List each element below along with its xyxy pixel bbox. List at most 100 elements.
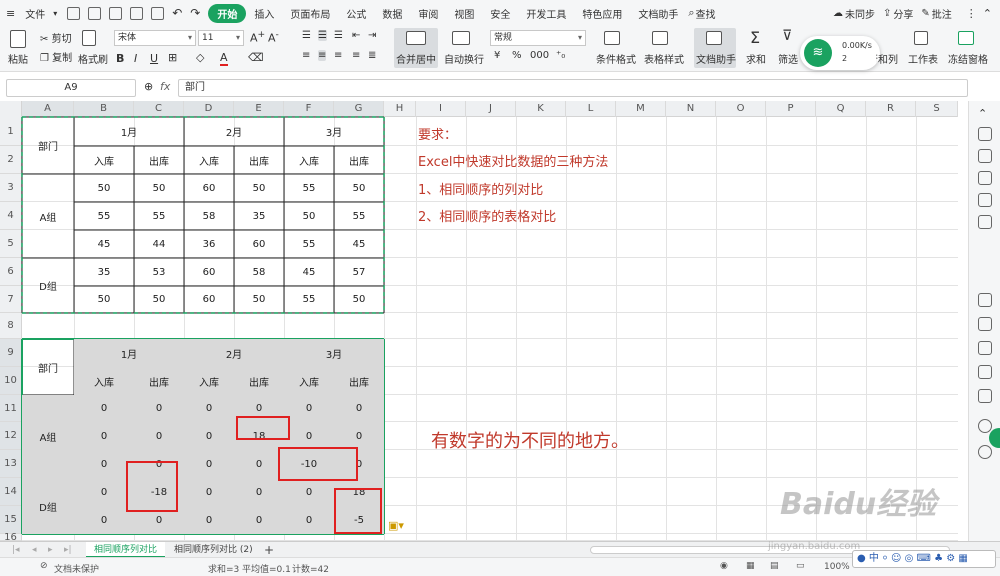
data-cell[interactable]: 0: [184, 506, 234, 534]
group-label[interactable]: D组: [22, 258, 74, 313]
sidebar-box-icon[interactable]: [978, 341, 992, 355]
data-cell[interactable]: 0: [134, 395, 184, 422]
font-size-select[interactable]: 11: [198, 30, 244, 46]
filter-button[interactable]: 筛选: [778, 51, 798, 66]
sub-header[interactable]: 出库: [234, 146, 284, 174]
tab-page-layout[interactable]: 页面布局: [282, 6, 338, 21]
undo-icon[interactable]: ↶: [172, 6, 182, 20]
view-page-icon[interactable]: ▤: [770, 561, 779, 571]
group-label[interactable]: A组: [22, 174, 74, 258]
justify-button[interactable]: ≡: [352, 50, 360, 61]
data-cell[interactable]: 45: [334, 230, 384, 258]
zoom-formula-icon[interactable]: ⊕: [144, 80, 153, 93]
distribute-button[interactable]: ≣: [368, 50, 376, 61]
redo-icon[interactable]: ↷: [190, 6, 200, 20]
sum-button[interactable]: 求和: [746, 51, 766, 66]
dept-header[interactable]: 部门: [22, 117, 74, 174]
month-header[interactable]: 2月: [184, 339, 284, 367]
tab-insert[interactable]: 插入: [246, 6, 282, 21]
data-cell[interactable]: 0: [184, 422, 234, 450]
sub-header[interactable]: 出库: [234, 367, 284, 395]
sidebar-style-icon[interactable]: [978, 171, 992, 185]
menu-file[interactable]: 文件: [17, 6, 53, 21]
sidebar-shape-icon[interactable]: [978, 193, 992, 207]
data-cell[interactable]: 0: [184, 478, 234, 506]
merge-center-button[interactable]: 合并居中: [396, 51, 436, 66]
align-top-button[interactable]: ☰: [302, 30, 311, 41]
sub-header[interactable]: 入库: [184, 146, 234, 174]
data-cell[interactable]: 60: [234, 230, 284, 258]
bold-button[interactable]: B: [116, 52, 124, 65]
sidebar-settings-icon[interactable]: [978, 215, 992, 229]
ime-toolbar[interactable]: ● 中 ⸰ ☺ ◎ ⌨ ♣ ⚙ ▦: [852, 550, 996, 568]
file-dropdown-icon[interactable]: ▾: [53, 9, 57, 18]
cut-button[interactable]: ✂ 剪切: [40, 30, 72, 45]
row-col-button[interactable]: 行和列: [876, 51, 898, 66]
format-painter-button[interactable]: 格式刷: [78, 51, 108, 66]
data-cell[interactable]: 50: [134, 174, 184, 202]
italic-button[interactable]: I: [134, 52, 137, 65]
group-label[interactable]: A组: [22, 395, 74, 478]
align-right-button[interactable]: ≡: [334, 50, 342, 61]
sub-header[interactable]: 入库: [184, 367, 234, 395]
month-header[interactable]: 1月: [74, 117, 184, 146]
tab-view[interactable]: 视图: [446, 6, 482, 21]
view-normal-icon[interactable]: ◉: [720, 561, 728, 571]
border-button[interactable]: ⊞: [168, 51, 177, 64]
data-cell[interactable]: 0: [234, 478, 284, 506]
sub-header[interactable]: 入库: [74, 367, 134, 395]
month-header[interactable]: 2月: [184, 117, 284, 146]
copy-icon[interactable]: [151, 6, 165, 20]
data-cell[interactable]: 0: [284, 395, 334, 422]
data-cell[interactable]: 55: [334, 202, 384, 230]
protect-status[interactable]: 文档未保护: [54, 562, 99, 575]
save-icon[interactable]: [67, 6, 81, 20]
month-header[interactable]: 1月: [74, 339, 184, 367]
add-sheet-icon[interactable]: +: [256, 542, 282, 558]
data-cell[interactable]: 57: [334, 258, 384, 286]
data-cell[interactable]: 55: [74, 202, 134, 230]
data-cell[interactable]: 53: [134, 258, 184, 286]
data-cell[interactable]: 45: [284, 258, 334, 286]
clear-format-button[interactable]: ⌫: [248, 51, 264, 64]
sub-header[interactable]: 出库: [134, 146, 184, 174]
sheet-button[interactable]: 工作表: [908, 51, 938, 66]
data-cell[interactable]: 35: [74, 258, 134, 286]
print-icon[interactable]: [109, 6, 123, 20]
number-format-select[interactable]: 常规: [490, 30, 586, 46]
data-cell[interactable]: 0: [184, 395, 234, 422]
font-shrink-button[interactable]: A-: [268, 29, 279, 45]
tab-formula[interactable]: 公式: [338, 6, 374, 21]
font-grow-button[interactable]: A+: [250, 29, 265, 45]
paste-icon[interactable]: [10, 30, 26, 48]
comment-button[interactable]: 批注: [930, 6, 960, 21]
data-cell[interactable]: 50: [74, 286, 134, 313]
data-cell[interactable]: 0: [74, 450, 134, 478]
align-center-button[interactable]: ≡: [318, 50, 327, 61]
share-button[interactable]: 分享: [891, 6, 921, 21]
paste-options-icon[interactable]: ▣▾: [388, 519, 404, 532]
data-cell[interactable]: 0: [234, 506, 284, 534]
sidebar-edit-icon[interactable]: [978, 317, 992, 331]
tab-security[interactable]: 安全: [482, 6, 518, 21]
data-cell[interactable]: 45: [74, 230, 134, 258]
view-read-icon[interactable]: ▭: [796, 561, 805, 571]
currency-button[interactable]: ¥: [494, 50, 500, 61]
tab-data[interactable]: 数据: [374, 6, 410, 21]
data-cell[interactable]: 55: [284, 286, 334, 313]
data-cell[interactable]: 50: [234, 174, 284, 202]
collapse-icon[interactable]: ⌃: [983, 7, 992, 20]
cond-format-button[interactable]: 条件格式: [596, 51, 636, 66]
view-layout-icon[interactable]: ▦: [746, 561, 755, 571]
indent-right-button[interactable]: ⇥: [368, 30, 376, 41]
preview-icon[interactable]: [130, 6, 144, 20]
data-cell[interactable]: 0: [184, 450, 234, 478]
indent-left-button[interactable]: ⇤: [352, 30, 360, 41]
month-header[interactable]: 3月: [284, 117, 384, 146]
align-bottom-button[interactable]: ☰: [334, 30, 343, 41]
data-cell[interactable]: 0: [334, 422, 384, 450]
table-style-button[interactable]: 表格样式: [644, 51, 684, 66]
data-cell[interactable]: 35: [234, 202, 284, 230]
fx-icon[interactable]: fx: [160, 80, 170, 93]
tab-developer[interactable]: 开发工具: [518, 6, 574, 21]
